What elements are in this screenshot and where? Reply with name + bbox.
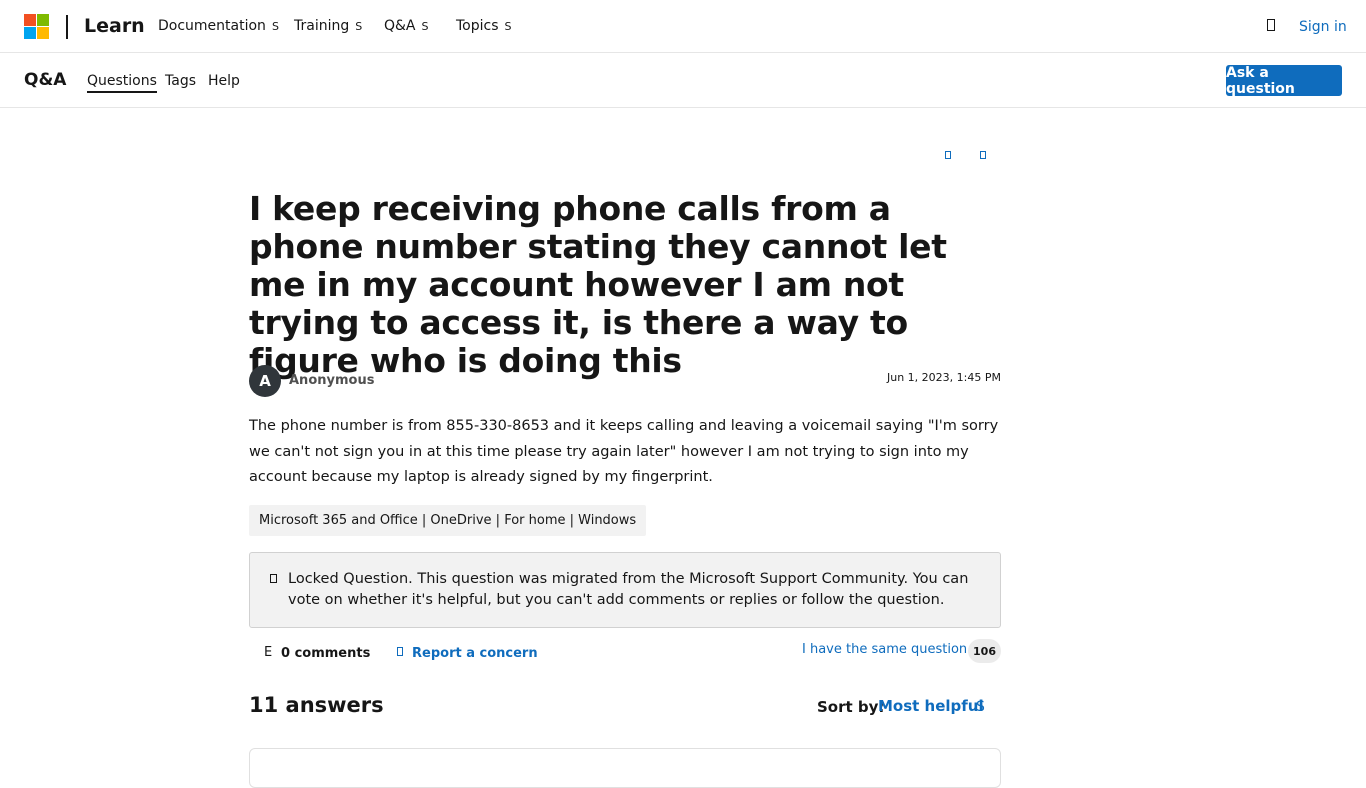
logo-square-red <box>24 14 36 26</box>
tab-tags[interactable]: Tags <box>165 73 196 89</box>
chevron-down-icon[interactable]: S <box>976 699 985 715</box>
avatar[interactable]: A <box>249 365 281 397</box>
nav-topics[interactable]: Topics S <box>456 18 512 34</box>
global-header: Learn Documentation S Training S Q&A S T… <box>0 0 1366 53</box>
ask-question-button[interactable]: Ask a question <box>1226 65 1342 97</box>
brand-link[interactable]: Learn <box>84 15 145 37</box>
sign-in-link[interactable]: Sign in <box>1299 19 1347 35</box>
bookmark-icon[interactable] <box>980 151 986 159</box>
same-question-button[interactable]: I have the same question <box>802 642 967 657</box>
post-date: Jun 1, 2023, 1:45 PM <box>887 371 1001 384</box>
chevron-down-icon: S <box>421 19 429 33</box>
tab-help[interactable]: Help <box>208 73 240 89</box>
nav-training[interactable]: Training S <box>294 18 362 34</box>
answer-card <box>249 748 1001 788</box>
locked-notice: Locked Question. This question was migra… <box>249 552 1001 628</box>
comments-toggle[interactable]: 0 comments <box>281 646 370 661</box>
same-question-count-badge: 106 <box>968 639 1001 663</box>
answers-heading: 11 answers <box>249 693 384 717</box>
logo-square-blue <box>24 27 36 39</box>
sort-dropdown[interactable]: Most helpful <box>878 697 984 715</box>
nav-qa[interactable]: Q&A S <box>384 18 429 34</box>
report-concern-link[interactable]: Report a concern <box>412 646 538 661</box>
chevron-down-icon: S <box>504 19 512 33</box>
logo-square-green <box>37 14 49 26</box>
locked-notice-text: Locked Question. This question was migra… <box>288 571 969 608</box>
tag-chip[interactable]: Microsoft 365 and Office | OneDrive | Fo… <box>249 505 647 536</box>
brand-divider <box>66 15 68 39</box>
author-name[interactable]: Anonymous <box>289 373 374 388</box>
section-header: Q&A Questions Tags Help Ask a question <box>0 53 1366 108</box>
nav-label: Documentation <box>158 18 266 34</box>
page-title: I keep receiving phone calls from a phon… <box>249 189 947 380</box>
share-icon[interactable] <box>945 151 951 159</box>
microsoft-logo[interactable] <box>24 14 50 40</box>
question-body: The phone number is from 855-330-8653 an… <box>249 418 999 485</box>
nav-documentation[interactable]: Documentation S <box>158 18 279 34</box>
lock-icon <box>270 574 277 583</box>
flag-icon <box>397 647 403 656</box>
nav-label: Topics <box>456 18 499 34</box>
tab-questions[interactable]: Questions <box>87 73 157 93</box>
sort-label: Sort by: <box>817 698 885 716</box>
chevron-down-icon: S <box>271 19 279 33</box>
nav-label: Q&A <box>384 18 416 34</box>
chevron-down-icon: S <box>355 19 363 33</box>
logo-square-yellow <box>37 27 49 39</box>
profile-icon[interactable] <box>1267 19 1275 31</box>
comment-icon: E <box>264 645 273 660</box>
section-title[interactable]: Q&A <box>24 70 66 90</box>
nav-label: Training <box>294 18 350 34</box>
